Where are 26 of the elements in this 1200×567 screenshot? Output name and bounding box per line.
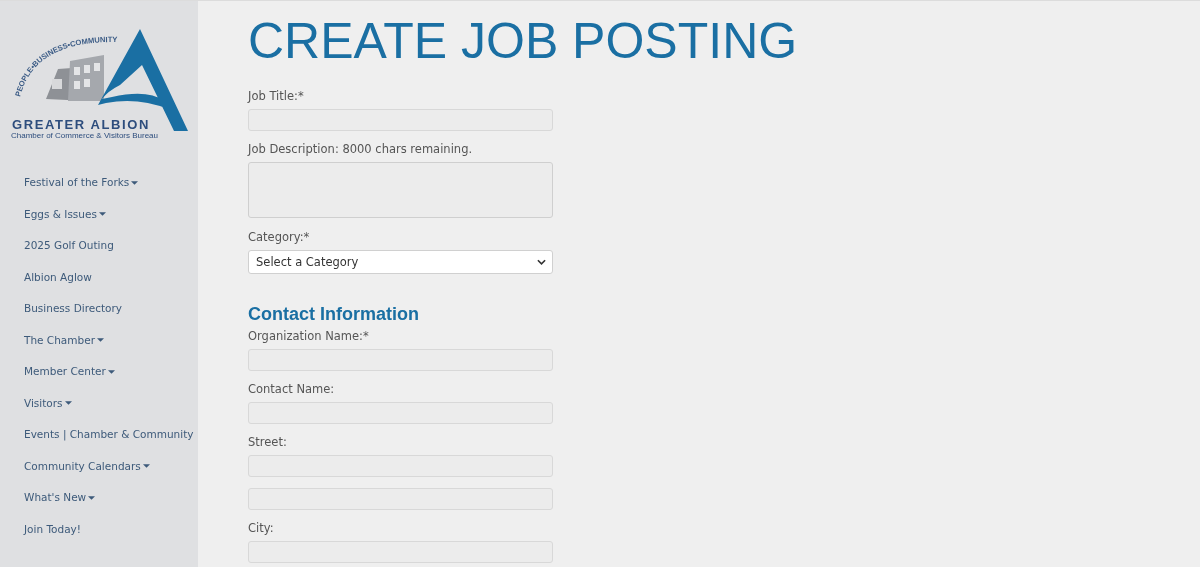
- field-label: Contact Name:: [248, 382, 336, 397]
- chevron-icon: [537, 259, 546, 265]
- page-title: CREATE JOB POSTING: [248, 13, 799, 69]
- nav-link[interactable]: Albion Aglow: [24, 268, 198, 286]
- logo-subtitle: Chamber of Commerce & Visitors Bureau: [11, 131, 159, 140]
- section-heading: Contact Information: [248, 304, 420, 325]
- nav-link[interactable]: Community Calendars: [24, 457, 198, 475]
- nav-link[interactable]: Join Today!: [24, 520, 198, 538]
- nav-link[interactable]: Member Center: [24, 363, 198, 381]
- nav-link[interactable]: Eggs & Issues: [24, 205, 198, 223]
- text-area[interactable]: [248, 162, 553, 218]
- nav-link[interactable]: Festival of the Forks: [24, 174, 198, 192]
- field-label: Organization Name:*: [248, 329, 370, 344]
- field-label: Street:: [248, 435, 288, 450]
- nav-link[interactable]: What's New: [24, 489, 198, 507]
- field-label: City:: [248, 521, 275, 536]
- nav-link[interactable]: 2025 Golf Outing: [24, 237, 198, 255]
- logo-name: GREATER ALBION: [12, 117, 150, 132]
- field-label: Job Description: 8000 chars remaining.: [248, 142, 474, 157]
- nav-link[interactable]: Business Directory: [24, 300, 198, 318]
- nav-link[interactable]: Events | Chamber & Community: [24, 426, 198, 444]
- field-label: Category:*: [248, 230, 311, 245]
- nav-link[interactable]: Visitors: [24, 394, 198, 412]
- field-label: Job Title:*: [248, 89, 305, 104]
- nav-link[interactable]: The Chamber: [24, 331, 198, 349]
- category-dropdown[interactable]: Select a Category: [248, 250, 553, 274]
